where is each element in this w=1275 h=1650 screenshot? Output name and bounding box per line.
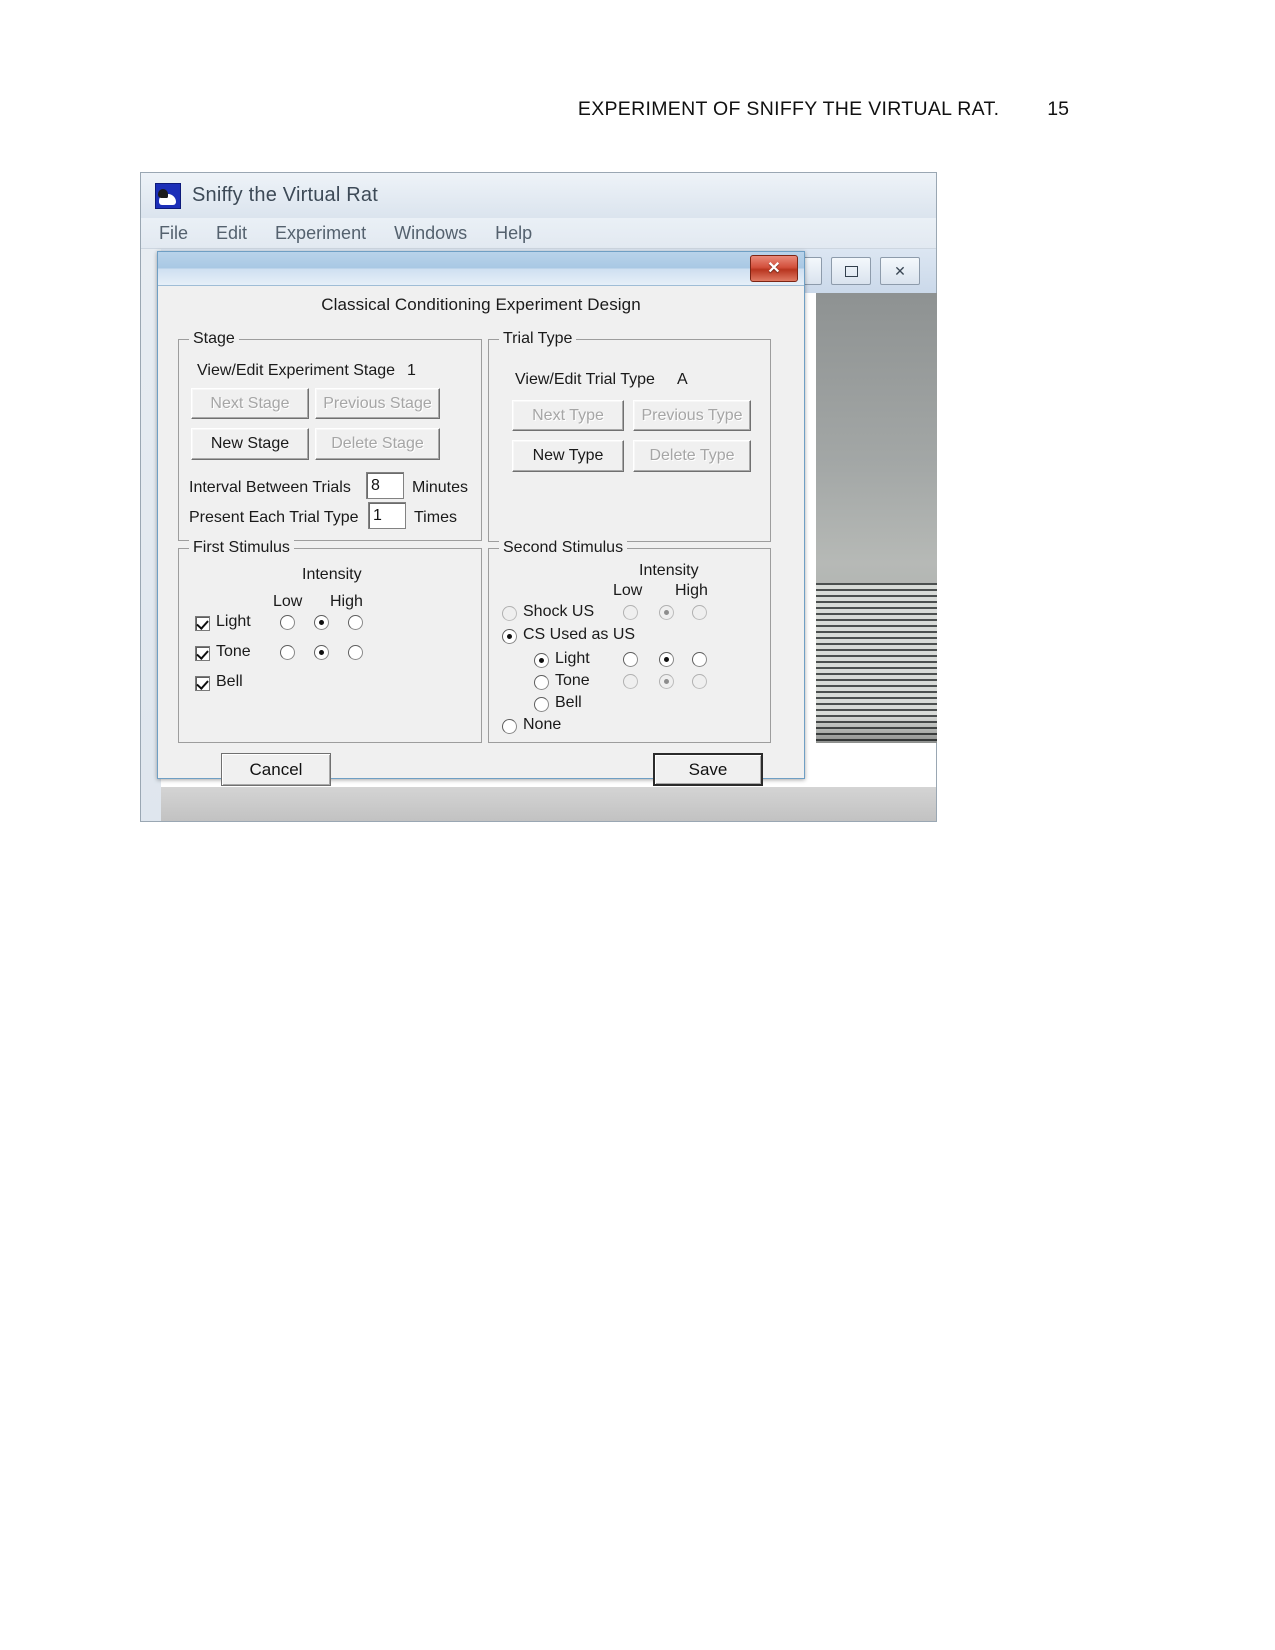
trial-type-group: Trial Type View/Edit Trial Type A Next T…	[488, 330, 771, 542]
delete-type-button[interactable]: Delete Type	[633, 440, 751, 472]
second-cs-bell-label: Bell	[555, 694, 582, 711]
second-intensity-title: Intensity	[639, 562, 699, 579]
application-title: Sniffy the Virtual Rat	[192, 184, 378, 206]
second-cs-used-as-us-radio[interactable]	[502, 629, 517, 644]
first-tone-label: Tone	[216, 643, 251, 660]
first-light-checkbox[interactable]	[195, 616, 210, 631]
first-low-label: Low	[273, 593, 303, 610]
second-none-label: None	[523, 716, 562, 733]
second-cs-bell-radio[interactable]	[534, 697, 549, 712]
first-light-intensity-high-radio[interactable]	[348, 615, 363, 630]
second-shock-us-label: Shock US	[523, 603, 595, 620]
stage-viewedit-value: 1	[407, 362, 416, 379]
menu-item-experiment[interactable]: Experiment	[275, 223, 366, 244]
first-bell-checkbox[interactable]	[195, 676, 210, 691]
previous-stage-button[interactable]: Previous Stage	[315, 388, 440, 419]
interval-between-trials-input[interactable]: 8	[366, 472, 404, 499]
present-each-trial-type-label: Present Each Trial Type	[189, 509, 359, 526]
dialog-close-button[interactable]: ✕	[750, 255, 798, 282]
dialog-title-bar: ✕	[158, 252, 804, 286]
first-high-label: High	[330, 593, 363, 610]
second-shock-intensity-high-radio[interactable]	[692, 605, 707, 620]
new-stage-button[interactable]: New Stage	[191, 428, 309, 460]
second-tone-intensity-mid-radio[interactable]	[659, 674, 674, 689]
maximize-icon	[844, 265, 858, 277]
stage-group: Stage View/Edit Experiment Stage 1 Next …	[178, 330, 482, 541]
next-stage-button[interactable]: Next Stage	[191, 388, 309, 419]
interval-unit-label: Minutes	[412, 479, 469, 496]
trial-type-group-legend: Trial Type	[499, 330, 577, 348]
cancel-button[interactable]: Cancel	[221, 753, 331, 786]
second-cs-light-label: Light	[555, 650, 590, 667]
stage-viewedit-label: View/Edit Experiment Stage	[197, 362, 396, 379]
sniffy-rat-icon	[155, 182, 181, 209]
stage-group-legend: Stage	[189, 330, 239, 348]
save-button[interactable]: Save	[653, 753, 763, 786]
second-light-intensity-mid-radio[interactable]	[659, 652, 674, 667]
previous-type-button[interactable]: Previous Type	[633, 400, 751, 431]
first-tone-intensity-low-radio[interactable]	[280, 645, 295, 660]
second-cs-light-radio[interactable]	[534, 653, 549, 668]
second-shock-us-radio[interactable]	[502, 606, 517, 621]
rat-cage-photo	[816, 293, 937, 743]
running-head-text: EXPERIMENT OF SNIFFY THE VIRTUAL RAT.	[577, 98, 1000, 120]
second-none-radio[interactable]	[502, 719, 517, 734]
maximize-window-button[interactable]	[831, 257, 871, 285]
page-number: 15	[1047, 98, 1069, 120]
second-tone-intensity-high-radio[interactable]	[692, 674, 707, 689]
first-light-label: Light	[216, 613, 251, 630]
second-light-intensity-low-radio[interactable]	[623, 652, 638, 667]
first-tone-intensity-high-radio[interactable]	[348, 645, 363, 660]
present-unit-label: Times	[414, 509, 457, 526]
first-tone-checkbox[interactable]	[195, 646, 210, 661]
photo-shadow	[816, 715, 937, 743]
second-high-label: High	[675, 582, 708, 599]
close-window-button[interactable]: ✕	[880, 257, 920, 285]
second-cs-tone-label: Tone	[555, 672, 590, 689]
dialog-body: Classical Conditioning Experiment Design…	[158, 286, 804, 786]
second-tone-intensity-low-radio[interactable]	[623, 674, 638, 689]
second-cs-used-as-us-label: CS Used as US	[523, 626, 636, 643]
first-intensity-title: Intensity	[302, 566, 362, 583]
trial-viewedit-label: View/Edit Trial Type	[515, 371, 655, 388]
menu-item-edit[interactable]: Edit	[216, 223, 247, 244]
dialog-heading: Classical Conditioning Experiment Design	[321, 295, 641, 314]
first-stimulus-group-legend: First Stimulus	[189, 539, 294, 557]
second-shock-intensity-low-radio[interactable]	[623, 605, 638, 620]
first-bell-label: Bell	[216, 673, 243, 690]
second-stimulus-group: Second Stimulus Intensity Low High Shock…	[488, 539, 771, 743]
second-light-intensity-high-radio[interactable]	[692, 652, 707, 667]
first-stimulus-group: First Stimulus Intensity Low High Light …	[178, 539, 482, 743]
interval-between-trials-label: Interval Between Trials	[189, 479, 351, 496]
second-low-label: Low	[613, 582, 643, 599]
second-cs-tone-radio[interactable]	[534, 675, 549, 690]
menu-item-file[interactable]: File	[159, 223, 188, 244]
menu-bar: File Edit Experiment Windows Help	[141, 218, 936, 249]
first-tone-intensity-mid-radio[interactable]	[314, 645, 329, 660]
menu-item-help[interactable]: Help	[495, 223, 532, 244]
document-running-head: EXPERIMENT OF SNIFFY THE VIRTUAL RAT. 15	[0, 98, 1275, 121]
second-shock-intensity-mid-radio[interactable]	[659, 605, 674, 620]
second-stimulus-group-legend: Second Stimulus	[499, 539, 628, 557]
menu-item-windows[interactable]: Windows	[394, 223, 467, 244]
application-title-bar: Sniffy the Virtual Rat	[141, 173, 936, 218]
application-status-strip	[161, 787, 936, 821]
new-type-button[interactable]: New Type	[512, 440, 624, 472]
present-each-trial-type-input[interactable]: 1	[368, 502, 406, 529]
application-window: Sniffy the Virtual Rat File Edit Experim…	[140, 172, 937, 822]
next-type-button[interactable]: Next Type	[512, 400, 624, 431]
trial-viewedit-value: A	[677, 371, 688, 388]
first-light-intensity-mid-radio[interactable]	[314, 615, 329, 630]
experiment-design-dialog: ✕ Classical Conditioning Experiment Desi…	[157, 251, 805, 786]
embedded-screenshot: Sniffy the Virtual Rat File Edit Experim…	[140, 172, 937, 822]
delete-stage-button[interactable]: Delete Stage	[315, 428, 440, 460]
first-light-intensity-low-radio[interactable]	[280, 615, 295, 630]
